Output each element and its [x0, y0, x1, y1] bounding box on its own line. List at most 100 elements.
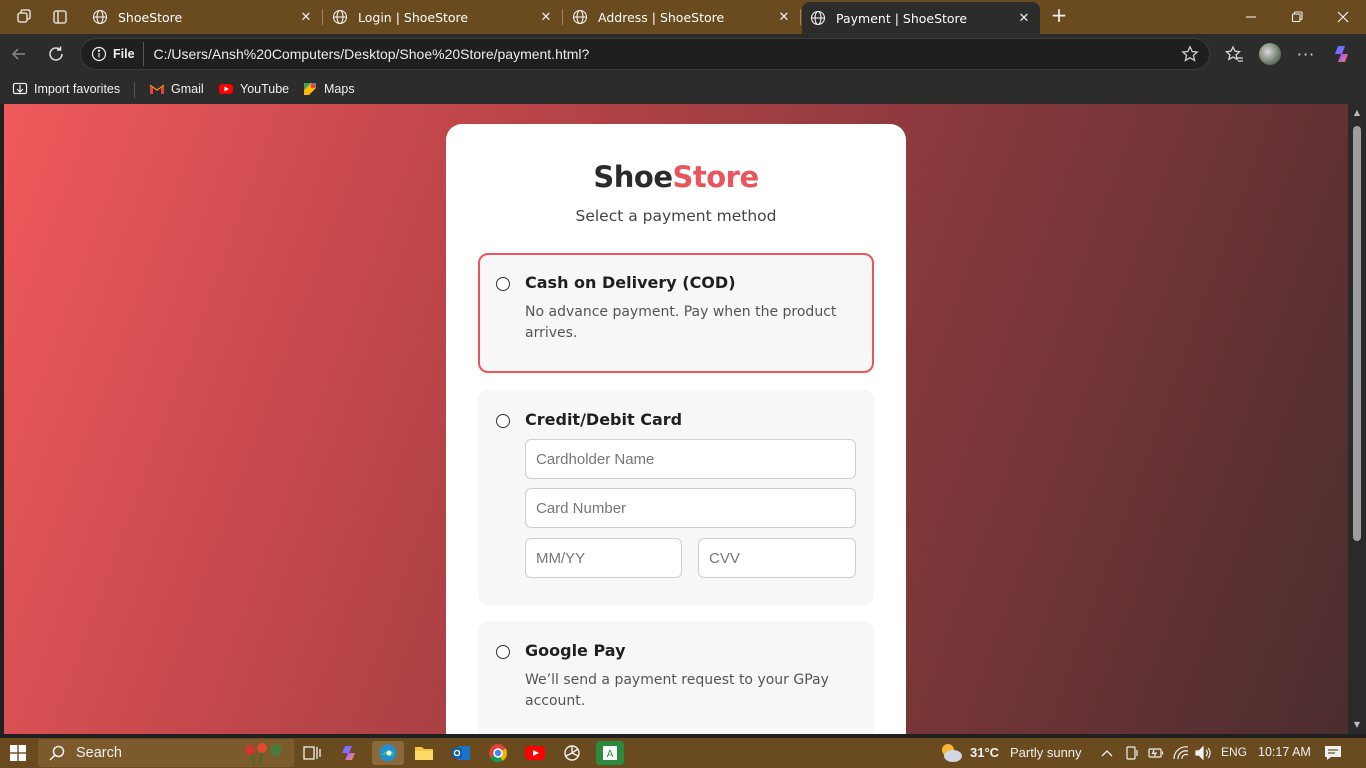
back-button[interactable] — [8, 43, 30, 65]
favorite-star-icon[interactable] — [1181, 45, 1199, 63]
windows-taskbar: Search A 31°C Partly sunny ENG 10:17 AM — [0, 738, 1366, 768]
notifications-icon[interactable] — [1324, 745, 1342, 761]
expiry-input[interactable] — [525, 538, 682, 578]
tab-login[interactable]: Login | ShoeStore ✕ — [324, 2, 563, 32]
tab-shoestore[interactable]: ShoeStore ✕ — [84, 2, 323, 32]
scrollbar-thumb[interactable] — [1353, 126, 1361, 541]
edge-app-icon[interactable] — [372, 741, 404, 765]
tab-title: Payment | ShoeStore — [836, 10, 968, 26]
site-chip-label: File — [113, 47, 135, 61]
weather-temp: 31°C — [970, 745, 1000, 760]
minimize-button[interactable] — [1228, 0, 1274, 34]
payment-option-cod[interactable]: Cash on Delivery (COD) No advance paymen… — [478, 253, 874, 373]
globe-icon — [810, 10, 826, 26]
site-info-chip[interactable]: File — [87, 42, 144, 66]
taskbar-search[interactable]: Search — [38, 739, 294, 767]
flowers-icon — [245, 743, 282, 765]
gpay-radio[interactable] — [496, 645, 510, 659]
tab-actions-icon[interactable] — [50, 7, 70, 27]
favorite-label: Import favorites — [34, 82, 121, 96]
page-viewport: ShoeStore Select a payment method Cash o… — [4, 104, 1348, 734]
battery-icon[interactable] — [1148, 745, 1164, 761]
refresh-button[interactable] — [45, 43, 67, 65]
browser-toolbar: File C:/Users/Ansh%20Computers/Desktop/S… — [0, 34, 1366, 74]
import-icon — [12, 82, 28, 95]
favorite-import[interactable]: Import favorites — [12, 81, 120, 97]
tab-payment[interactable]: Payment | ShoeStore ✕ — [802, 2, 1040, 34]
copilot-icon[interactable] — [1332, 43, 1354, 65]
chevron-up-icon[interactable] — [1100, 747, 1114, 759]
favorite-label: Gmail — [171, 82, 204, 96]
search-label: Search — [76, 745, 122, 761]
task-view-icon[interactable] — [300, 741, 324, 765]
page-subtitle: Select a payment method — [575, 207, 777, 225]
new-tab-button[interactable]: + — [1048, 5, 1070, 27]
close-icon[interactable]: ✕ — [538, 9, 554, 25]
favorite-gmail[interactable]: Gmail — [149, 81, 204, 97]
tab-strip: ShoeStore ✕ Login | ShoeStore ✕ Address … — [0, 0, 1366, 34]
file-explorer-icon[interactable] — [412, 741, 436, 765]
maps-icon — [304, 83, 316, 95]
chrome-icon[interactable] — [486, 741, 510, 765]
close-icon[interactable]: ✕ — [776, 9, 792, 25]
address-bar[interactable]: File C:/Users/Ansh%20Computers/Desktop/S… — [80, 38, 1210, 70]
youtube-app-icon[interactable] — [523, 741, 547, 765]
card-number-input[interactable] — [525, 488, 856, 528]
favorite-label: YouTube — [240, 82, 290, 96]
url-text: C:/Users/Ansh%20Computers/Desktop/Shoe%2… — [153, 46, 590, 62]
editor-app-icon[interactable]: A — [596, 741, 624, 765]
option-description: We’ll send a payment request to your GPa… — [525, 672, 829, 709]
globe-icon — [332, 9, 348, 25]
wifi-icon[interactable] — [1172, 745, 1190, 761]
cvv-input[interactable] — [698, 538, 856, 578]
workspaces-icon[interactable] — [14, 7, 34, 27]
cod-radio[interactable] — [496, 277, 510, 291]
tab-title: Address | ShoeStore — [598, 9, 725, 25]
page-scrollbar[interactable]: ▲ ▼ — [1348, 104, 1366, 734]
payment-option-card[interactable]: Credit/Debit Card — [478, 390, 874, 605]
payment-card: ShoeStore Select a payment method Cash o… — [446, 124, 906, 734]
windows-start-icon[interactable] — [10, 745, 26, 761]
globe-icon — [92, 9, 108, 25]
search-icon — [49, 745, 65, 761]
close-window-button[interactable] — [1320, 0, 1366, 34]
restore-button[interactable] — [1274, 0, 1320, 34]
scroll-down-icon[interactable]: ▼ — [1352, 720, 1362, 730]
brand-part1: Shoe — [593, 160, 673, 194]
option-title: Cash on Delivery (COD) — [525, 273, 736, 292]
close-icon[interactable]: ✕ — [298, 9, 314, 25]
tab-title: Login | ShoeStore — [358, 9, 469, 25]
language-indicator[interactable]: ENG — [1221, 745, 1247, 759]
favorites-bar: Import favorites Gmail YouTube Maps — [0, 74, 1366, 104]
profile-avatar[interactable] — [1259, 43, 1281, 65]
favorite-label: Maps — [324, 82, 355, 96]
info-icon — [91, 46, 107, 62]
tab-title: ShoeStore — [118, 9, 183, 25]
weather-icon[interactable] — [938, 741, 964, 765]
payment-option-gpay[interactable]: Google Pay We’ll send a payment request … — [478, 621, 874, 734]
favorite-maps[interactable]: Maps — [302, 81, 355, 97]
globe-icon — [572, 9, 588, 25]
option-description: No advance payment. Pay when the product… — [525, 304, 837, 341]
cardholder-name-input[interactable] — [525, 439, 856, 479]
outlook-icon[interactable] — [449, 741, 473, 765]
weather-condition: Partly sunny — [1010, 745, 1082, 760]
favorite-youtube[interactable]: YouTube — [218, 81, 289, 97]
tab-address[interactable]: Address | ShoeStore ✕ — [564, 2, 801, 32]
option-title: Credit/Debit Card — [525, 410, 683, 429]
gmail-icon — [149, 84, 165, 94]
card-radio[interactable] — [496, 414, 510, 428]
divider — [134, 82, 135, 98]
favorites-icon[interactable] — [1223, 43, 1245, 65]
clock[interactable]: 10:17 AM — [1258, 745, 1311, 759]
meet-now-icon[interactable] — [1124, 745, 1140, 761]
copilot-app-icon[interactable] — [338, 741, 362, 765]
svg-text:A: A — [607, 749, 614, 760]
chatgpt-icon[interactable] — [560, 741, 584, 765]
scroll-up-icon[interactable]: ▲ — [1352, 108, 1362, 118]
brand-part2: Store — [672, 160, 759, 194]
more-icon[interactable]: ··· — [1295, 43, 1317, 65]
youtube-icon — [219, 84, 233, 94]
close-icon[interactable]: ✕ — [1016, 10, 1032, 26]
volume-icon[interactable] — [1194, 745, 1212, 761]
